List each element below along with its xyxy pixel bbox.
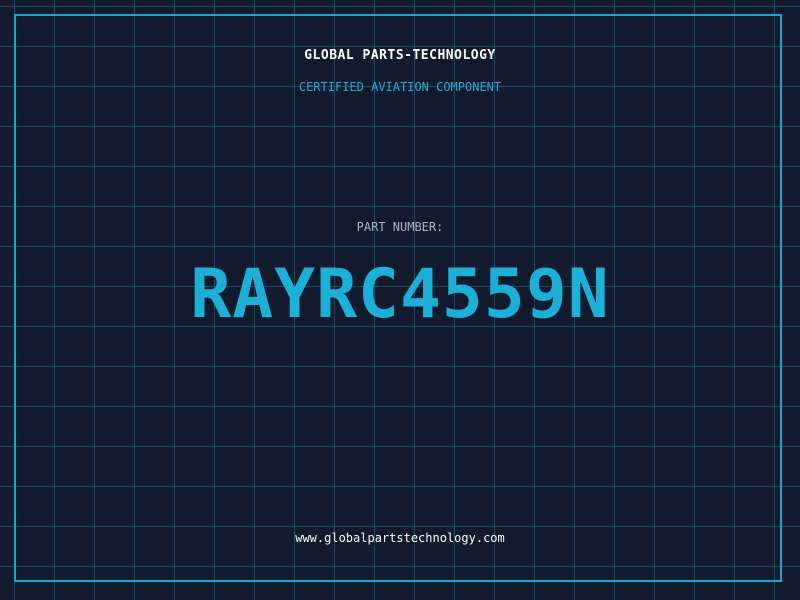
website-url: www.globalpartstechnology.com: [295, 531, 505, 545]
part-number-label: PART NUMBER:: [356, 220, 444, 234]
company-name: GLOBAL PARTS-TECHNOLOGY: [304, 48, 496, 63]
part-number-value: RAYRC4559N: [190, 255, 610, 334]
certification-tagline: CERTIFIED AVIATION COMPONENT: [298, 80, 502, 94]
